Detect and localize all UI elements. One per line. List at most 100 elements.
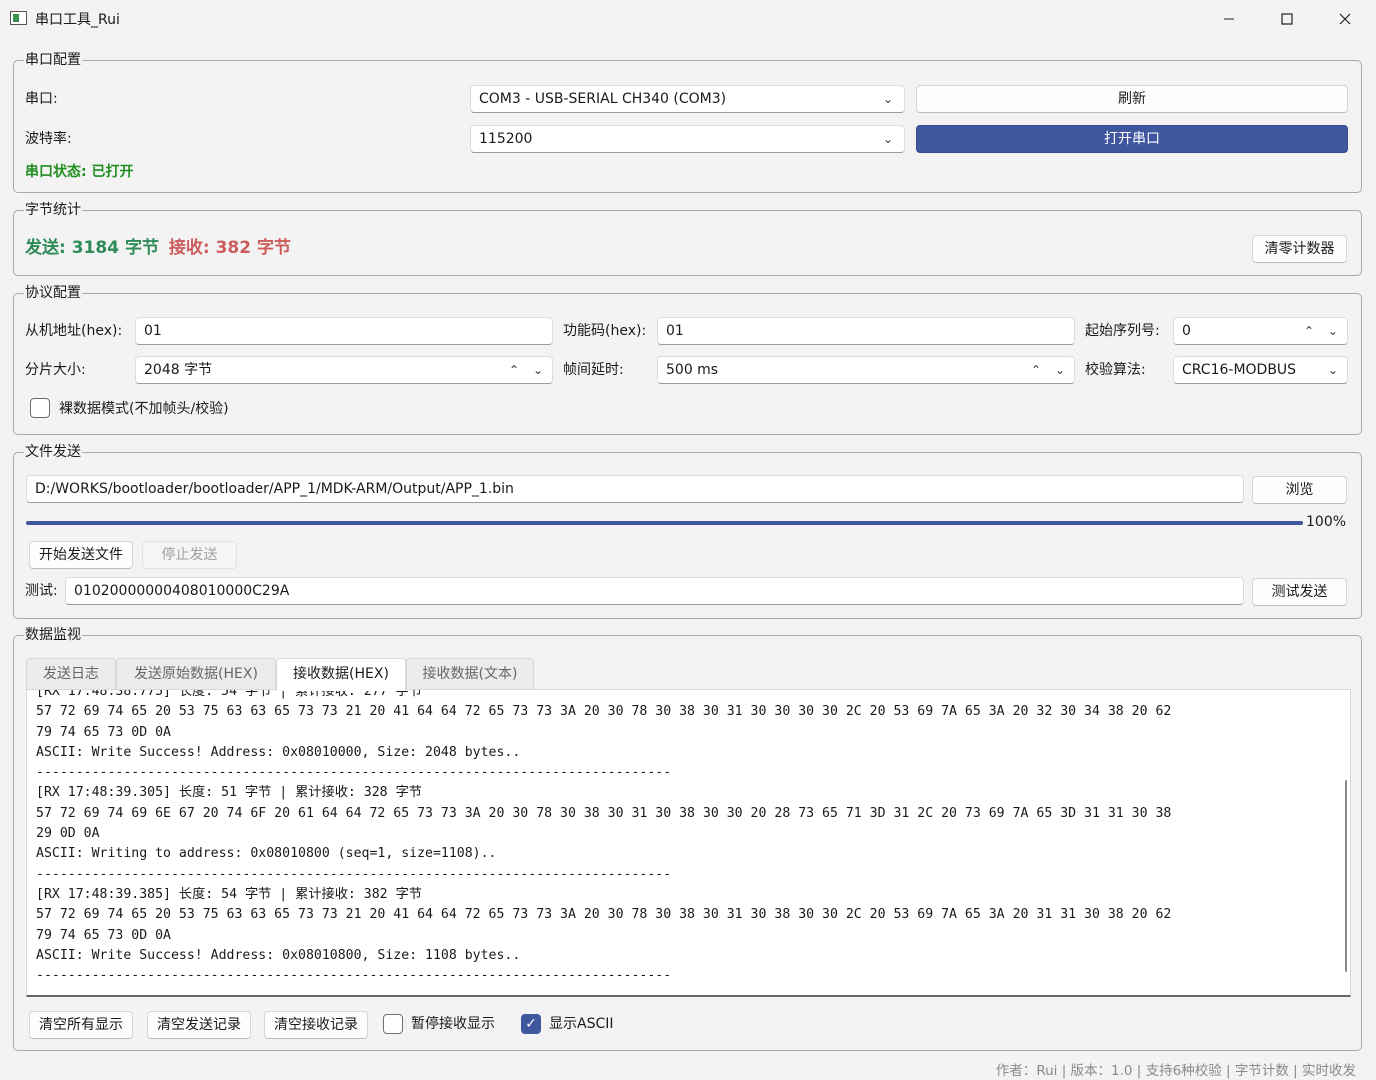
log-line: ----------------------------------------…: [36, 968, 672, 984]
log-line: ----------------------------------------…: [36, 866, 672, 882]
baud-select[interactable]: 115200 ⌄: [470, 125, 905, 153]
log-line: [RX 17:48:39.305] 长度: 51 字节 | 累计接收: 328 …: [36, 785, 422, 801]
chevron-up-icon[interactable]: ⌃: [504, 357, 524, 383]
log-line: 57 72 69 74 65 20 53 75 63 63 65 73 73 2…: [36, 704, 1172, 720]
serial-config-group: 串口配置 串口: COM3 - USB-SERIAL CH340 (COM3) …: [13, 50, 1362, 193]
chevron-down-icon: ⌄: [882, 92, 894, 106]
port-label: 串口:: [25, 91, 58, 107]
maximize-icon: [1281, 13, 1293, 25]
frame-delay-spinbox[interactable]: 500 ms ⌃ ⌄: [657, 356, 1075, 384]
byte-stats-title: 字节统计: [24, 200, 82, 220]
log-line: 29 0D 0A: [36, 826, 100, 842]
chunk-size-label: 分片大小:: [25, 362, 86, 378]
port-select[interactable]: COM3 - USB-SERIAL CH340 (COM3) ⌄: [470, 85, 905, 113]
stop-send-button[interactable]: 停止发送: [142, 541, 237, 569]
chunk-size-spinbox[interactable]: 2048 字节 ⌃ ⌄: [135, 356, 553, 384]
reset-counter-button[interactable]: 清零计数器: [1252, 235, 1347, 263]
baud-label: 波特率:: [25, 131, 72, 147]
chevron-down-icon: ⌄: [1327, 363, 1339, 377]
port-status-text: 串口状态: 已打开: [25, 164, 134, 180]
checksum-select[interactable]: CRC16-MODBUS ⌄: [1173, 356, 1348, 384]
log-line: 57 72 69 74 65 20 53 75 63 63 65 73 73 2…: [36, 907, 1172, 923]
minimize-button[interactable]: [1200, 0, 1258, 38]
test-label: 测试:: [25, 583, 58, 599]
refresh-button[interactable]: 刷新: [916, 85, 1348, 113]
test-data-input[interactable]: 01020000000408010000C29A: [65, 577, 1244, 605]
function-code-input[interactable]: 01: [657, 317, 1075, 345]
slave-address-label: 从机地址(hex):: [25, 323, 123, 339]
log-line: [RX 17:48:39.385] 长度: 54 字节 | 累计接收: 382 …: [36, 886, 422, 902]
serial-config-title: 串口配置: [24, 50, 82, 70]
checksum-value: CRC16-MODBUS: [1182, 362, 1297, 378]
log-scrollbar[interactable]: [1345, 780, 1347, 972]
function-code-label: 功能码(hex):: [563, 323, 647, 339]
protocol-config-title: 协议配置: [24, 283, 82, 303]
port-value: COM3 - USB-SERIAL CH340 (COM3): [479, 91, 727, 107]
progress-text: 100%: [1306, 514, 1347, 530]
log-content: [RX 17:48:38.775] 长度: 54 字节 | 累计接收: 277 …: [36, 689, 1326, 986]
send-progress-bar: [26, 521, 1303, 525]
chevron-down-icon: ⌄: [882, 132, 894, 146]
slave-address-input[interactable]: 01: [135, 317, 553, 345]
close-icon: [1339, 13, 1351, 25]
checksum-label: 校验算法:: [1085, 362, 1146, 378]
frame-delay-label: 帧间延时:: [563, 362, 624, 378]
recv-hex-log[interactable]: [RX 17:48:38.775] 长度: 54 字节 | 累计接收: 277 …: [26, 689, 1351, 997]
start-seq-spinbox[interactable]: 0 ⌃ ⌄: [1173, 317, 1348, 345]
frame-delay-value: 500 ms: [666, 362, 719, 378]
tab-recv-text[interactable]: 接收数据(文本): [406, 658, 534, 690]
recv-bytes-text: 接收: 382 字节: [168, 238, 291, 258]
baud-value: 115200: [479, 131, 533, 147]
sent-bytes-text: 发送: 3184 字节: [25, 238, 159, 258]
show-ascii-checkbox[interactable]: ✓: [521, 1014, 541, 1034]
footer-info: 作者：Rui | 版本：1.0 | 支持6种校验 | 字节计数 | 实时收发: [995, 1063, 1356, 1079]
data-monitor-title: 数据监视: [24, 625, 82, 645]
log-line: ASCII: Write Success! Address: 0x0801000…: [36, 744, 521, 760]
tab-send-raw-hex[interactable]: 发送原始数据(HEX): [116, 658, 276, 690]
byte-stats-line: 发送: 3184 字节 接收: 382 字节: [25, 238, 291, 258]
log-line: [RX 17:48:38.775] 长度: 54 字节 | 累计接收: 277 …: [36, 689, 422, 699]
start-seq-label: 起始序列号:: [1085, 323, 1160, 339]
chevron-down-icon[interactable]: ⌄: [1323, 318, 1343, 344]
test-send-button[interactable]: 测试发送: [1252, 578, 1347, 606]
pause-recv-checkbox[interactable]: [383, 1014, 403, 1034]
chunk-size-value: 2048 字节: [144, 362, 213, 378]
protocol-config-group: 协议配置 从机地址(hex): 01 功能码(hex): 01 起始序列号: 0…: [13, 283, 1362, 435]
file-send-group: 文件发送 D:/WORKS/bootloader/bootloader/APP_…: [13, 442, 1362, 619]
browse-button[interactable]: 浏览: [1252, 476, 1347, 504]
window-title: 串口工具_Rui: [35, 12, 120, 28]
checkmark-icon: ✓: [525, 1016, 537, 1032]
chevron-down-icon[interactable]: ⌄: [528, 357, 548, 383]
clear-all-button[interactable]: 清空所有显示: [29, 1011, 133, 1039]
log-line: 79 74 65 73 0D 0A: [36, 724, 171, 740]
log-line: ASCII: Write Success! Address: 0x0801080…: [36, 947, 521, 963]
show-ascii-label: 显示ASCII: [549, 1016, 614, 1032]
file-send-title: 文件发送: [24, 442, 82, 462]
send-progress-fill: [26, 521, 1303, 525]
byte-stats-group: 字节统计 发送: 3184 字节 接收: 382 字节 清零计数器: [13, 200, 1362, 276]
log-line: ----------------------------------------…: [36, 765, 672, 781]
maximize-button[interactable]: [1258, 0, 1316, 38]
clear-recv-button[interactable]: 清空接收记录: [264, 1011, 368, 1039]
start-send-button[interactable]: 开始发送文件: [29, 541, 133, 569]
tab-recv-hex[interactable]: 接收数据(HEX): [276, 658, 406, 691]
minimize-icon: [1224, 18, 1234, 20]
title-bar: 串口工具_Rui: [0, 0, 1376, 38]
pause-recv-label: 暂停接收显示: [411, 1016, 495, 1032]
tab-send-log[interactable]: 发送日志: [26, 658, 116, 690]
raw-mode-label: 裸数据模式(不加帧头/校验): [59, 401, 229, 417]
log-line: ASCII: Writing to address: 0x08010800 (s…: [36, 846, 497, 862]
chevron-up-icon[interactable]: ⌃: [1026, 357, 1046, 383]
chevron-up-icon[interactable]: ⌃: [1299, 318, 1319, 344]
close-button[interactable]: [1316, 0, 1374, 38]
data-monitor-group: 数据监视 发送日志 发送原始数据(HEX) 接收数据(HEX) 接收数据(文本)…: [13, 625, 1362, 1051]
clear-send-button[interactable]: 清空发送记录: [147, 1011, 251, 1039]
log-line: 79 74 65 73 0D 0A: [36, 927, 171, 943]
log-line: 57 72 69 74 69 6E 67 20 74 6F 20 61 64 6…: [36, 805, 1172, 821]
raw-mode-checkbox[interactable]: [30, 398, 50, 418]
start-seq-value: 0: [1182, 323, 1191, 339]
file-path-input[interactable]: D:/WORKS/bootloader/bootloader/APP_1/MDK…: [26, 475, 1244, 503]
chevron-down-icon[interactable]: ⌄: [1050, 357, 1070, 383]
open-port-button[interactable]: 打开串口: [916, 125, 1348, 153]
app-icon: [10, 11, 27, 25]
